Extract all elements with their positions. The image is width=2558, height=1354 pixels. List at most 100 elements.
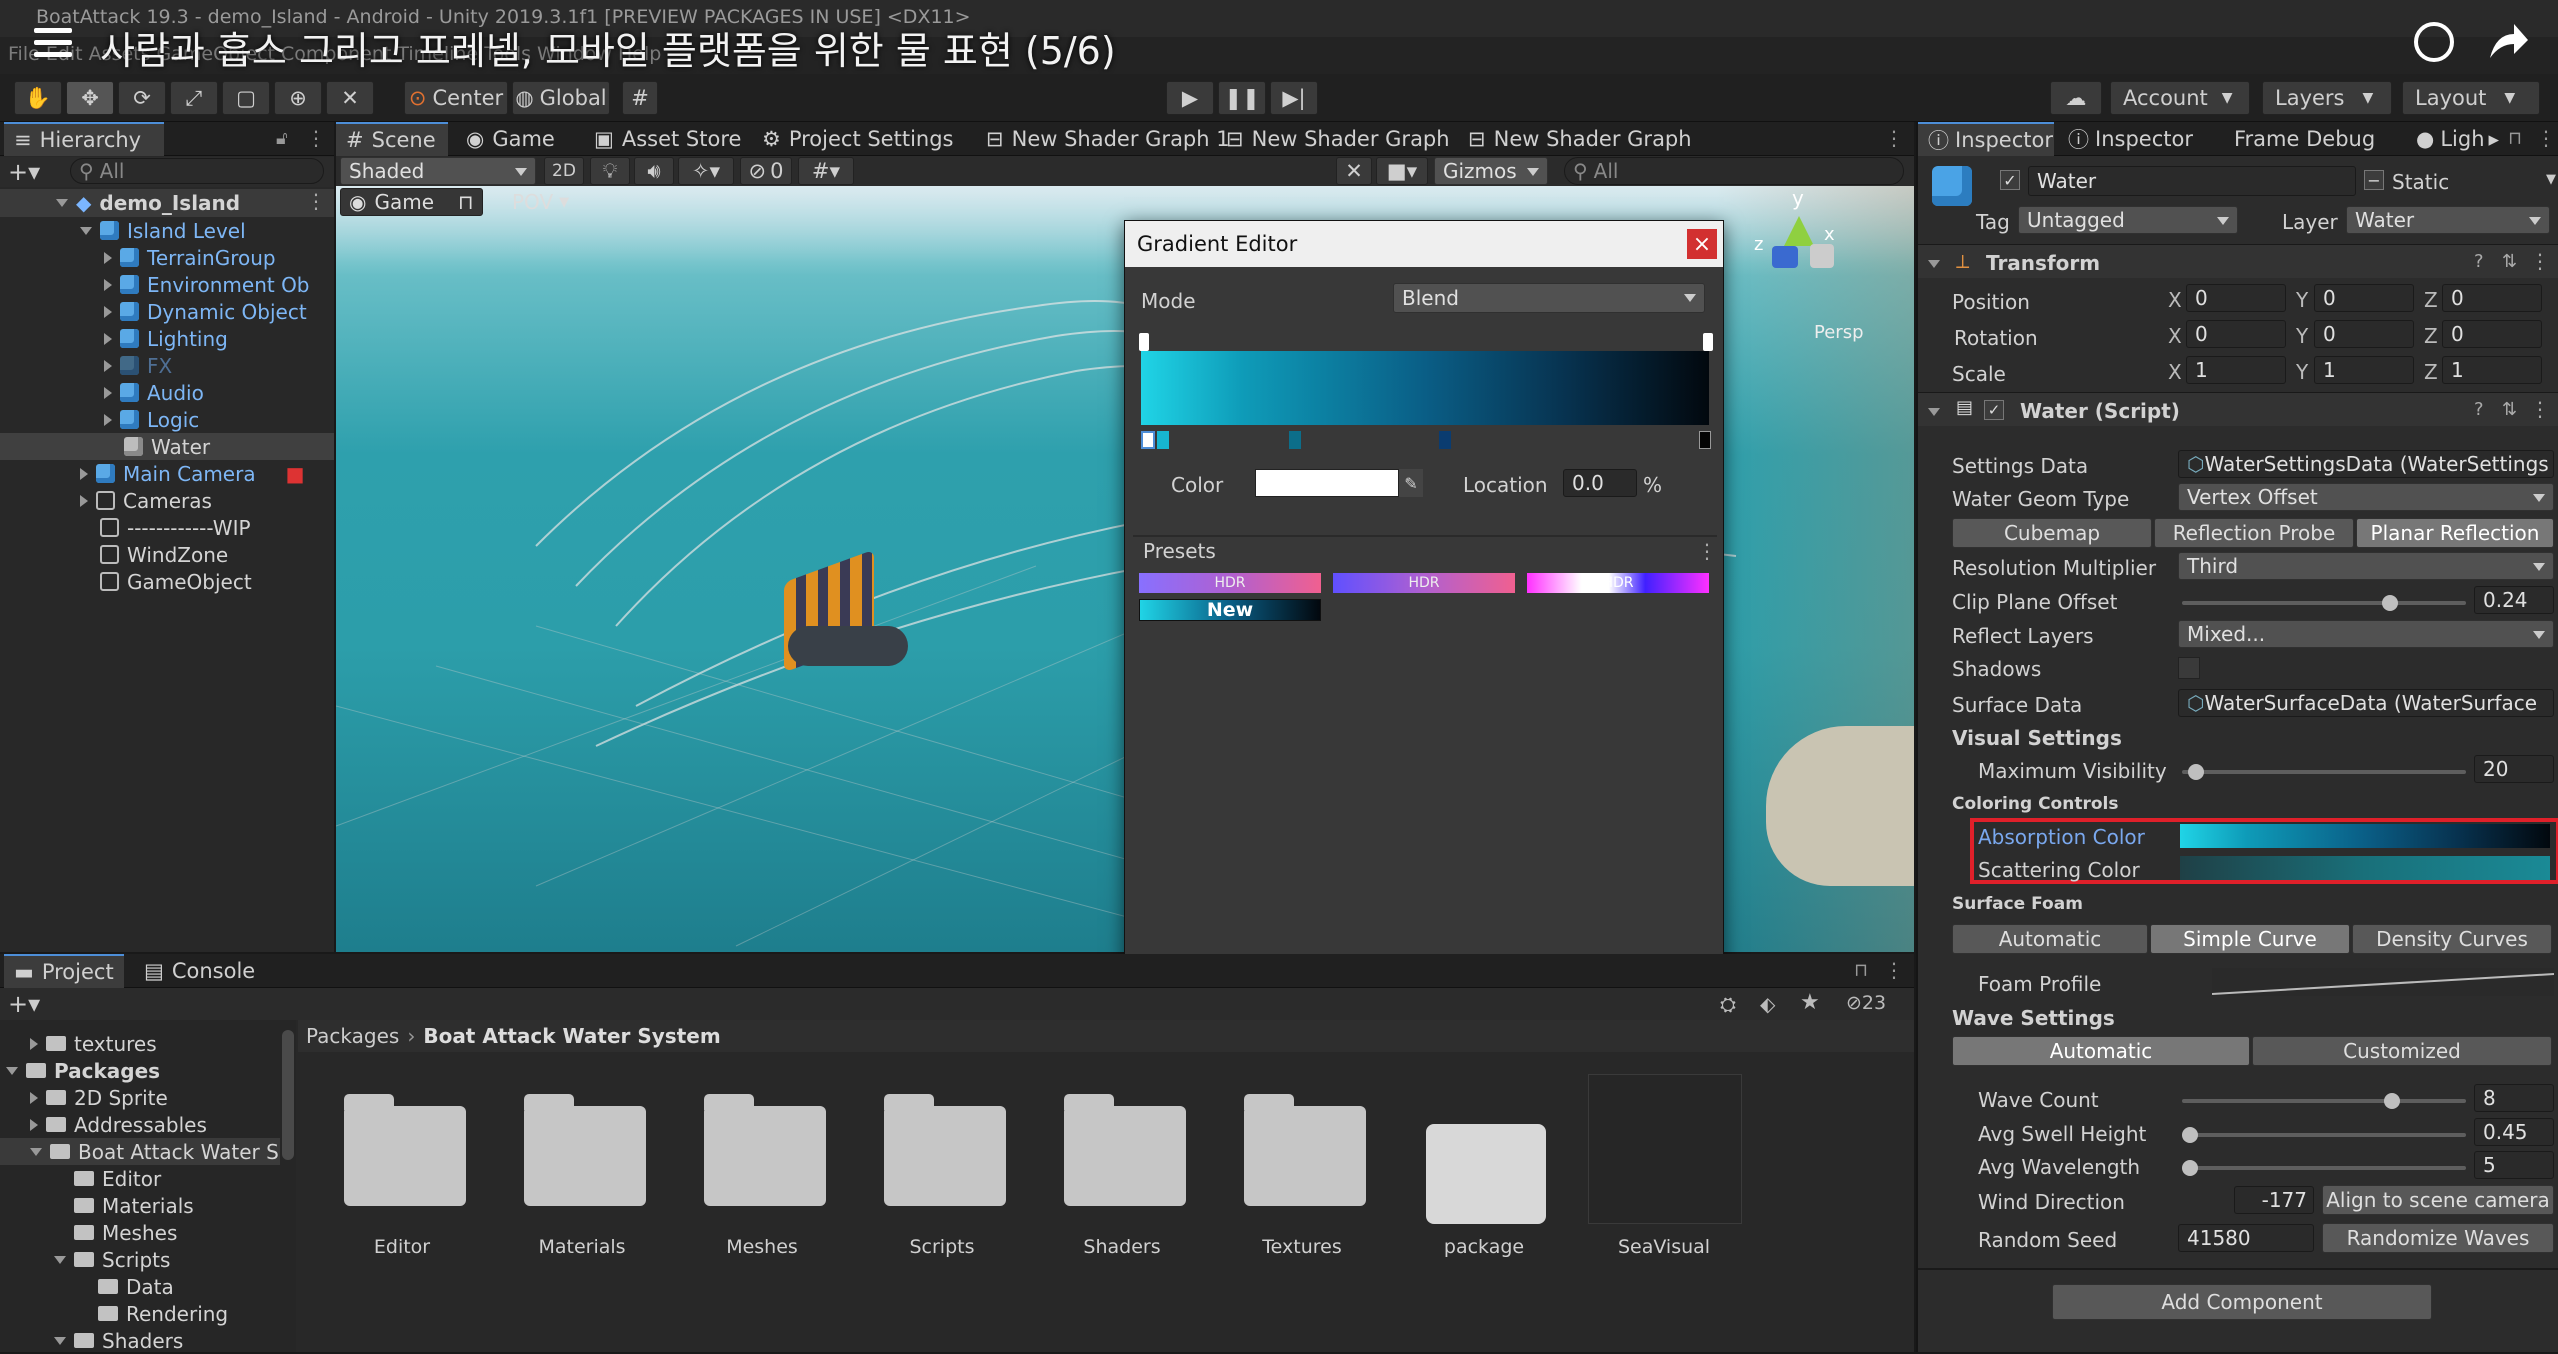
kebab-menu-icon[interactable]: ⋮: [1884, 126, 1904, 150]
max-visibility-input[interactable]: 20: [2474, 755, 2554, 783]
lock-icon[interactable]: ⊓: [1854, 960, 1868, 981]
color-key-selected[interactable]: [1141, 431, 1155, 449]
kebab-menu-icon[interactable]: ⋮: [2530, 397, 2550, 421]
tag-icon[interactable]: ⬖: [1760, 992, 1775, 1016]
tab-frame-debug[interactable]: Frame Debug: [2224, 122, 2385, 156]
hierarchy-item-selected[interactable]: Water: [0, 433, 334, 460]
folder-icon[interactable]: [884, 1094, 1006, 1206]
camera-settings-icon[interactable]: ■▾: [1376, 157, 1428, 185]
position-x-input[interactable]: 0: [2186, 284, 2286, 312]
transform-tool-icon[interactable]: ⊕: [274, 81, 322, 115]
hierarchy-item[interactable]: WindZone: [100, 541, 228, 568]
alpha-key-left[interactable]: [1139, 333, 1149, 351]
help-icon[interactable]: ?: [2474, 399, 2484, 420]
shadows-checkbox[interactable]: [2178, 657, 2200, 679]
gizmo-center-cube[interactable]: [1810, 244, 1834, 268]
slider-knob[interactable]: [2182, 1160, 2198, 1176]
expand-icon[interactable]: [80, 467, 88, 480]
tab-shader-graph-3[interactable]: ⊟ New Shader Graph: [1458, 122, 1702, 156]
lock-icon[interactable]: ⊓: [458, 190, 474, 214]
foam-simple-curve-button[interactable]: Simple Curve: [2150, 924, 2350, 954]
cubemap-button[interactable]: Cubemap: [1952, 518, 2152, 548]
wave-count-slider[interactable]: [2182, 1093, 2466, 1109]
kebab-menu-icon[interactable]: ⋮: [1697, 539, 1717, 563]
tab-lighting[interactable]: ● Ligh ▸: [2406, 122, 2509, 156]
reflection-probe-button[interactable]: Reflection Probe: [2154, 518, 2354, 548]
eyedropper-icon[interactable]: ✎: [1399, 469, 1423, 497]
scene-search-input[interactable]: ⚲ All: [1564, 157, 1904, 185]
swell-input[interactable]: 0.45: [2474, 1118, 2554, 1146]
absorption-gradient-field[interactable]: [2180, 824, 2550, 848]
preset-swatch[interactable]: HDR: [1527, 573, 1709, 593]
expand-icon[interactable]: [54, 1255, 66, 1264]
wavelength-slider[interactable]: [2182, 1160, 2466, 1176]
lighting-toggle-icon[interactable]: 💡︎: [590, 157, 630, 185]
project-tree-item[interactable]: Scripts: [54, 1246, 170, 1273]
shading-mode-dropdown[interactable]: Shaded: [340, 157, 536, 185]
rotation-z-axis-label[interactable]: Z: [2424, 324, 2438, 348]
tab-inspector-2[interactable]: ⓘ Inspector: [2058, 122, 2203, 156]
filter-type-icon[interactable]: ⛭: [1720, 992, 1736, 1016]
hidden-objects-toggle[interactable]: ⊘ 0: [740, 157, 792, 185]
static-checkbox[interactable]: −: [2364, 170, 2384, 190]
axis-z-cone[interactable]: [1772, 246, 1798, 268]
max-visibility-slider[interactable]: [2182, 764, 2466, 780]
expand-icon[interactable]: [30, 1147, 42, 1156]
close-icon[interactable]: ×: [1687, 229, 1717, 259]
color-key[interactable]: [1289, 431, 1301, 449]
help-icon[interactable]: ?: [2474, 251, 2484, 272]
location-input[interactable]: 0.0: [1563, 469, 1637, 497]
tab-project[interactable]: ▬ Project: [4, 954, 124, 988]
project-tree-item[interactable]: Shaders: [54, 1327, 183, 1354]
water-script-header[interactable]: ▤ ✓ Water (Script) ? ⇅ ⋮: [1918, 392, 2558, 426]
active-checkbox[interactable]: ✓: [2000, 170, 2020, 190]
position-z-axis-label[interactable]: Z: [2424, 288, 2438, 312]
expand-icon[interactable]: [80, 226, 92, 235]
foam-profile-curve[interactable]: [2212, 968, 2554, 996]
swell-slider[interactable]: [2182, 1127, 2466, 1143]
expand-icon[interactable]: [104, 386, 112, 399]
expand-icon[interactable]: [54, 1336, 66, 1345]
scale-z-axis-label[interactable]: Z: [2424, 360, 2438, 384]
foam-automatic-button[interactable]: Automatic: [1952, 924, 2148, 954]
clip-slider[interactable]: [2182, 595, 2466, 611]
rotation-y-axis-label[interactable]: Y: [2296, 324, 2308, 348]
rotation-y-input[interactable]: 0: [2314, 320, 2414, 348]
expand-icon[interactable]: [104, 332, 112, 345]
account-dropdown[interactable]: Account ▼: [2110, 81, 2250, 115]
rotation-x-input[interactable]: 0: [2186, 320, 2286, 348]
project-tree-item[interactable]: Data: [98, 1273, 174, 1300]
layout-dropdown[interactable]: Layout ▼: [2402, 81, 2540, 115]
hierarchy-item[interactable]: Island Level: [80, 217, 246, 244]
position-x-axis-label[interactable]: X: [2168, 288, 2182, 312]
expand-icon[interactable]: [30, 1091, 38, 1104]
object-name-input[interactable]: Water: [2028, 166, 2356, 196]
tools-icon[interactable]: ✕: [1336, 157, 1372, 185]
randomize-waves-button[interactable]: Randomize Waves: [2322, 1223, 2554, 1253]
project-tree-item[interactable]: 2D Sprite: [30, 1084, 168, 1111]
random-seed-input[interactable]: 41580: [2178, 1224, 2314, 1252]
hierarchy-item[interactable]: GameObject: [100, 568, 252, 595]
slider-knob[interactable]: [2384, 1093, 2400, 1109]
preset-icon[interactable]: ⇅: [2502, 251, 2517, 272]
wind-direction-input[interactable]: -177: [2234, 1186, 2314, 1214]
position-y-input[interactable]: 0: [2314, 284, 2414, 312]
scattering-gradient-field[interactable]: [2180, 856, 2550, 880]
foldout-icon[interactable]: [1928, 253, 1948, 272]
folder-icon[interactable]: [1244, 1094, 1366, 1206]
move-tool-icon[interactable]: ✥: [66, 81, 114, 115]
tab-console[interactable]: ▤ Console: [134, 954, 265, 988]
project-tree-item[interactable]: Packages: [6, 1057, 160, 1084]
seavisual-thumbnail[interactable]: [1588, 1074, 1742, 1224]
project-tree-item[interactable]: Meshes: [74, 1219, 177, 1246]
resolution-dropdown[interactable]: Third: [2178, 552, 2554, 580]
kebab-menu-icon[interactable]: ⋮: [2530, 249, 2550, 273]
expand-icon[interactable]: [6, 1066, 18, 1075]
hierarchy-search-input[interactable]: ⚲ All: [70, 158, 324, 184]
wave-customized-button[interactable]: Customized: [2252, 1036, 2552, 1066]
tree-scrollbar[interactable]: [282, 1030, 294, 1160]
rotation-x-axis-label[interactable]: X: [2168, 324, 2182, 348]
hierarchy-item[interactable]: Main Camera ■: [80, 460, 305, 487]
kebab-menu-icon[interactable]: ⋮: [306, 189, 326, 213]
layer-dropdown[interactable]: Water: [2346, 206, 2550, 234]
